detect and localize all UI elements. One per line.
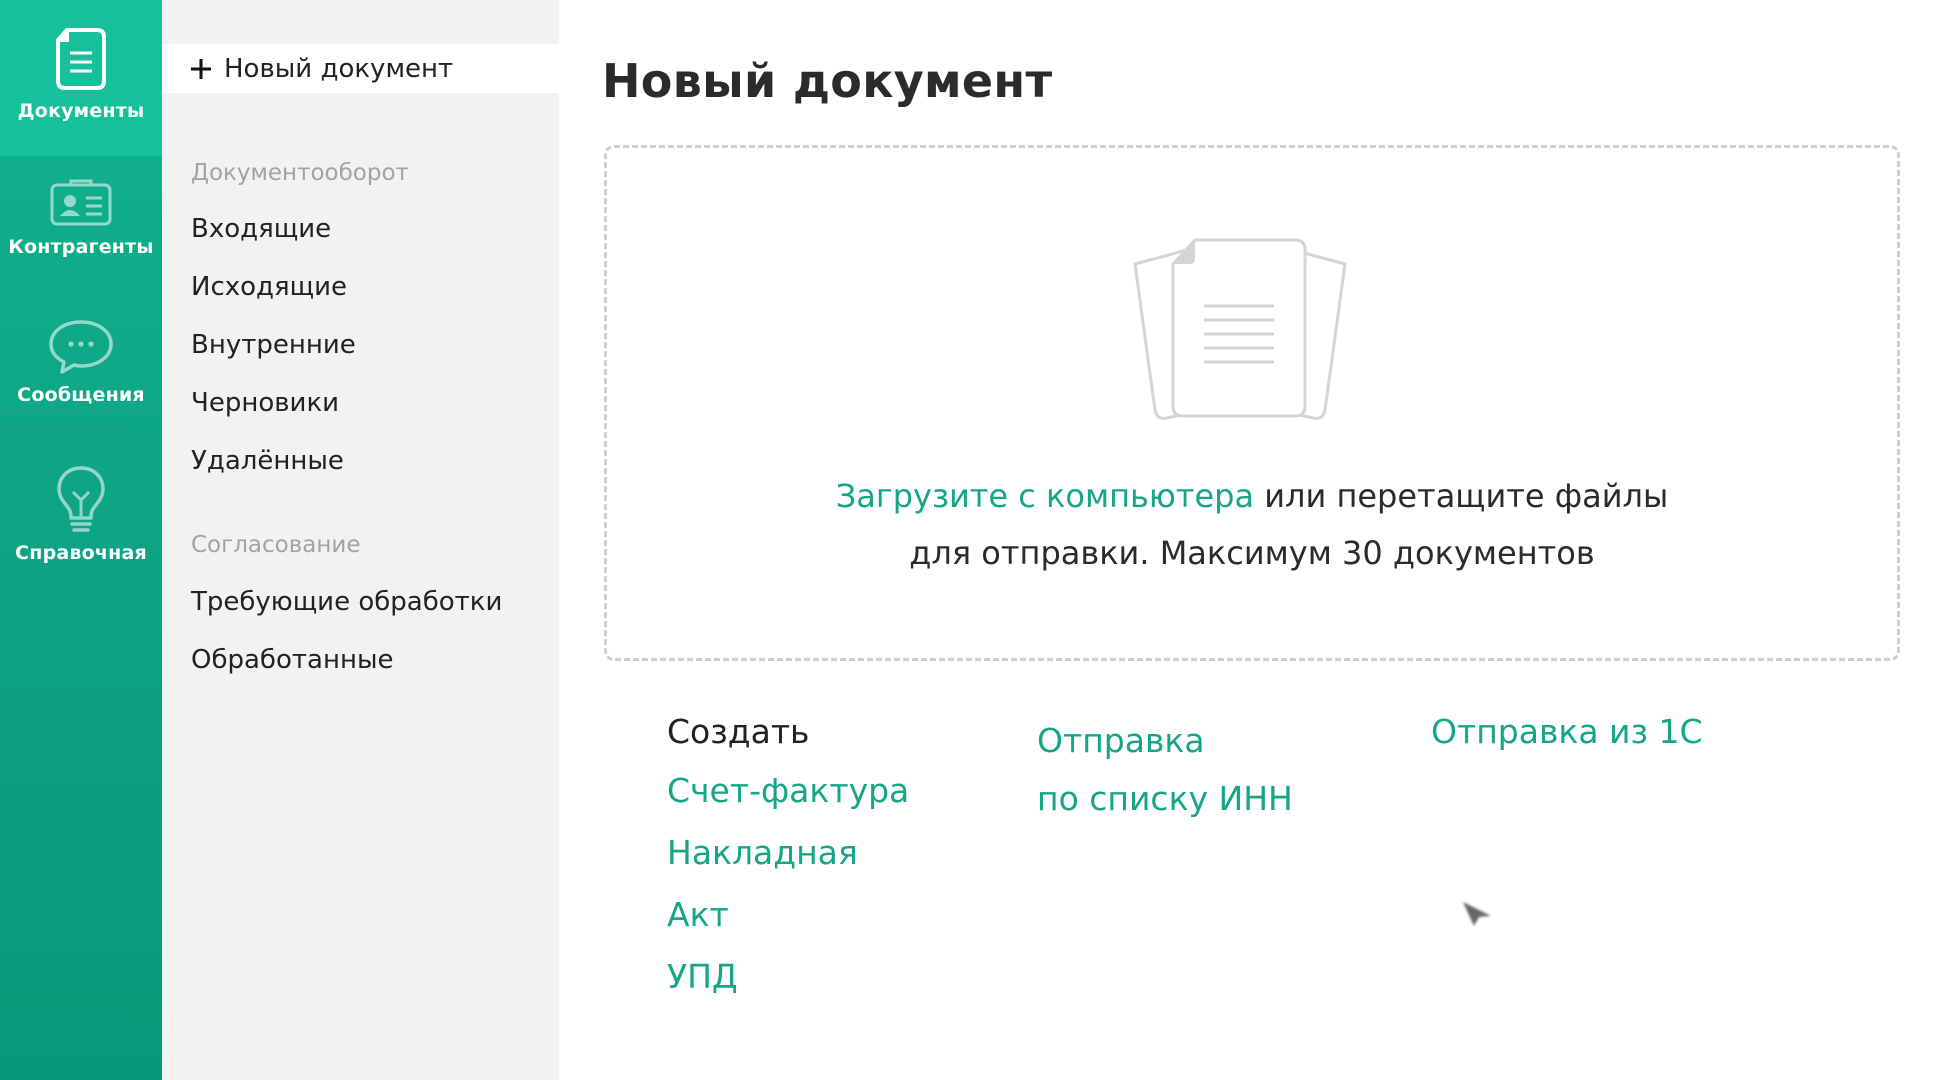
- sidebar-item-internal[interactable]: Внутренние: [191, 330, 356, 360]
- rail-item-documents[interactable]: Документы: [0, 0, 162, 156]
- create-act-link[interactable]: Акт: [667, 895, 909, 934]
- sidebar-item-requires-processing[interactable]: Требующие обработки: [191, 587, 502, 617]
- section-title-approval: Согласование: [191, 532, 361, 558]
- mouse-cursor-icon: [1461, 898, 1495, 932]
- rail-item-help[interactable]: Справочная: [0, 464, 162, 564]
- main-nav-rail: Документы Контрагенты Сообщения Справочн…: [0, 0, 162, 1080]
- page-title: Новый документ: [602, 54, 1053, 108]
- new-document-button[interactable]: Новый документ: [162, 44, 559, 93]
- dropzone-line-2: для отправки. Максимум 30 документов: [909, 534, 1595, 572]
- file-dropzone[interactable]: Загрузите с компьютера или перетащите фа…: [604, 145, 1900, 661]
- dropzone-drag-text: или перетащите файлы: [1254, 477, 1669, 515]
- sidebar-item-outgoing[interactable]: Исходящие: [191, 272, 347, 302]
- create-invoice-link[interactable]: Счет-фактура: [667, 771, 909, 810]
- create-upd-link[interactable]: УПД: [667, 957, 909, 996]
- sidebar-item-incoming[interactable]: Входящие: [191, 214, 331, 244]
- rail-item-contractors[interactable]: Контрагенты: [0, 178, 162, 258]
- contact-card-icon: [49, 178, 113, 228]
- documents-sidebar: Новый документ Документооборот Входящие …: [162, 0, 559, 1080]
- main-content: Новый документ Загрузите с компьютера ил…: [559, 0, 1944, 1080]
- section-title-workflow: Документооборот: [191, 160, 409, 186]
- dropzone-instructions: Загрузите с компьютера или перетащите фа…: [607, 468, 1897, 582]
- new-document-label: Новый документ: [224, 53, 454, 84]
- send-by-inn-list-link[interactable]: Отправка по списку ИНН: [1037, 712, 1293, 828]
- document-icon: [53, 26, 109, 92]
- rail-label-contractors: Контрагенты: [8, 236, 154, 258]
- lightbulb-icon: [55, 464, 107, 534]
- rail-label-documents: Документы: [17, 100, 145, 122]
- send-from-1c-link[interactable]: Отправка из 1С: [1431, 712, 1703, 751]
- sidebar-item-deleted[interactable]: Удалённые: [191, 446, 344, 476]
- upload-from-computer-link[interactable]: Загрузите с компьютера: [836, 477, 1254, 515]
- dropzone-line-1: Загрузите с компьютера или перетащите фа…: [607, 468, 1897, 525]
- plus-icon: [188, 56, 214, 82]
- chat-bubble-icon: [47, 318, 115, 376]
- rail-label-help: Справочная: [15, 542, 147, 564]
- sidebar-item-processed[interactable]: Обработанные: [191, 645, 393, 675]
- rail-item-messages[interactable]: Сообщения: [0, 318, 162, 406]
- sidebar-item-drafts[interactable]: Черновики: [191, 388, 339, 418]
- create-waybill-link[interactable]: Накладная: [667, 833, 909, 872]
- send-by-inn-line-1: Отправка: [1037, 721, 1205, 760]
- documents-stack-icon: [1127, 228, 1353, 432]
- create-title: Создать: [667, 712, 810, 751]
- send-by-inn-line-2: по списку ИНН: [1037, 779, 1293, 818]
- rail-label-messages: Сообщения: [17, 384, 145, 406]
- app-root: Документы Контрагенты Сообщения Справочн…: [0, 0, 1944, 1080]
- create-section: Создать Счет-фактура Накладная Акт УПД: [667, 712, 909, 1019]
